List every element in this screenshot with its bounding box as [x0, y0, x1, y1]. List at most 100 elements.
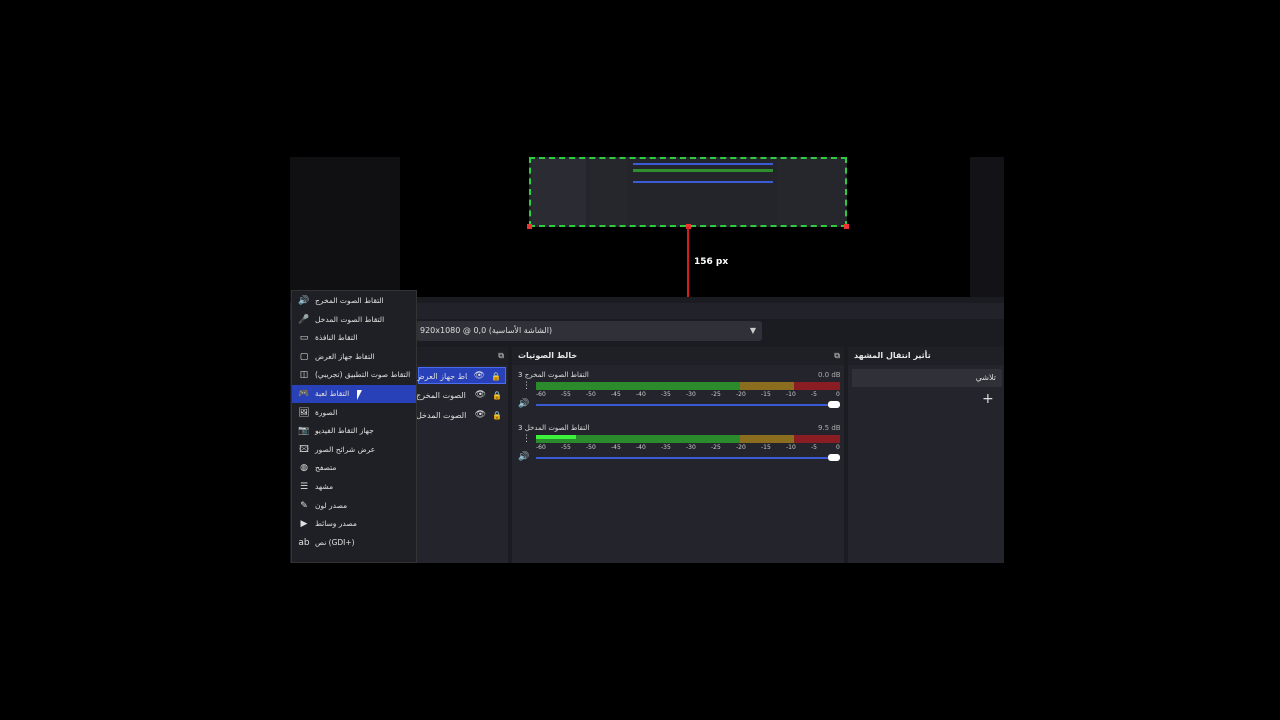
tick-label: -20	[736, 391, 746, 398]
menu-item[interactable]: 🖾 عرض شرائح الصور	[292, 441, 416, 459]
scene-transitions-panel: تأثير انتقال المشهد تلاشي +	[848, 347, 1004, 563]
resize-handle-br[interactable]	[844, 224, 849, 229]
lock-icon[interactable]: 🔒	[492, 407, 502, 424]
meter-level	[536, 435, 576, 439]
dock-undock-icon[interactable]: ⧉	[834, 347, 840, 365]
thumb-menu-column	[531, 159, 586, 225]
add-transition-button[interactable]: +	[982, 391, 994, 407]
tick-label: -35	[661, 391, 671, 398]
more-vertical-icon[interactable]: ⋮	[522, 381, 531, 391]
thumb-meter	[633, 169, 773, 172]
more-vertical-icon[interactable]: ⋮	[522, 434, 531, 444]
mixer-channel: التقاط الصوت المدخل 3 9.5 dB -60 -55 -50 -45-…	[518, 424, 841, 474]
transition-select[interactable]: تلاشي	[852, 369, 1002, 387]
thumb-slider	[633, 163, 773, 165]
tick-label: -60	[536, 391, 546, 398]
tick-label: -20	[736, 444, 746, 451]
menu-item-icon: ✎	[300, 500, 308, 511]
tick-label: -30	[686, 391, 696, 398]
menu-item-label: التقاط النافذة	[315, 333, 358, 343]
eye-icon[interactable]: 👁	[475, 407, 486, 424]
resize-handle-bl[interactable]	[527, 224, 532, 229]
volume-slider[interactable]	[536, 401, 840, 408]
menu-item[interactable]: ◍ متصفح	[292, 459, 416, 477]
menu-item-icon: 🎮	[298, 389, 310, 399]
tick-label: -5	[811, 391, 817, 398]
screen-capture-thumbnail[interactable]	[529, 157, 847, 227]
tick-label: -60	[536, 444, 546, 451]
meter-ticks: -60 -55 -50 -45 -40 -35 -30 -25 -20 -15 -10 -5 0	[536, 444, 840, 452]
thumb-sources-column	[589, 159, 627, 225]
menu-item[interactable]: ▢ التقاط جهاز العرض	[292, 348, 416, 366]
menu-item-icon: ▶	[300, 519, 308, 530]
mixer-channel: التقاط الصوت المخرج 3 0.0 dB -60 -55 -50 -45-…	[518, 371, 841, 421]
menu-item[interactable]: 🎮 التقاط لعبة	[292, 385, 416, 403]
display-select[interactable]: 920x1080 @ 0,0 (الشاشة الأساسية) ▼	[416, 321, 762, 341]
menu-item[interactable]: ▭ التقاط النافذة	[292, 329, 416, 347]
channel-name: التقاط الصوت المخرج 3	[518, 371, 589, 379]
menu-item[interactable]: ab نص (GDI+)	[292, 534, 416, 552]
mouse-cursor	[357, 390, 362, 400]
menu-item-label: مشهد	[315, 482, 334, 491]
menu-item[interactable]: 📷 جهاز التقاط الفيديو	[292, 422, 416, 440]
menu-item-label: نص (GDI+)	[315, 537, 355, 547]
sources-panel: ⧉ التقاط جهاز العرض👁🔒التقاط الصوت المخرج…	[415, 347, 508, 563]
scene-transitions-title: تأثير انتقال المشهد	[854, 351, 931, 360]
menu-item-label: التقاط صوت التطبيق (تجريبي)	[315, 370, 411, 380]
menu-item[interactable]: ▶ مصدر وسائط	[292, 515, 416, 533]
tick-label: -45	[611, 391, 621, 398]
eye-icon[interactable]: 👁	[474, 368, 485, 385]
tick-label: -15	[761, 444, 771, 451]
preview-right-area	[970, 157, 1004, 297]
meter-ticks: -60 -55 -50 -45 -40 -35 -30 -25 -20 -15 -10 -5 0	[536, 391, 840, 399]
source-item[interactable]: التقاط جهاز العرض 👁 🔒	[415, 367, 506, 385]
channel-db: 9.5 dB	[818, 424, 841, 432]
tick-label: -45	[611, 444, 621, 451]
audio-mixer-panel: خالط الصوتيات ⧉ التقاط الصوت المخرج 3 0.0…	[512, 347, 844, 563]
lock-icon[interactable]: 🔒	[491, 368, 501, 385]
thumb-transitions-column	[777, 159, 845, 225]
tick-label: -40	[636, 444, 646, 451]
tick-label: 0	[836, 391, 840, 398]
tick-label: -10	[786, 444, 796, 451]
menu-item-label: متصفح	[315, 463, 337, 473]
volume-meter	[536, 382, 840, 390]
dock-undock-icon[interactable]: ⧉	[498, 347, 504, 365]
volume-slider[interactable]	[536, 454, 840, 461]
audio-mixer-header: خالط الصوتيات ⧉	[512, 347, 844, 365]
menu-item-icon: ◍	[300, 463, 308, 474]
source-item[interactable]: التقاط الصوت المدخل 👁 🔒	[416, 407, 506, 424]
tick-label: -15	[761, 391, 771, 398]
tick-label: 0	[836, 444, 840, 451]
channel-name: التقاط الصوت المدخل 3	[518, 424, 590, 432]
menu-item-label: التقاط جهاز العرض	[315, 351, 375, 361]
menu-item-label: عرض شرائح الصور	[315, 444, 376, 454]
sources-panel-header: ⧉	[416, 347, 508, 365]
menu-item[interactable]: 🎤 التقاط الصوت المدخل	[292, 311, 416, 329]
tick-label: -10	[786, 391, 796, 398]
menu-item[interactable]: ✎ مصدر لون	[292, 497, 416, 515]
menu-item-icon: ▭	[299, 333, 309, 344]
menu-item-label: جهاز التقاط الفيديو	[315, 426, 374, 436]
menu-item[interactable]: ☰ مشهد	[292, 478, 416, 496]
preview-left-area	[290, 157, 400, 302]
menu-item[interactable]: 🖼 الصورة	[292, 404, 416, 422]
menu-item-icon: ☰	[299, 482, 309, 492]
menu-item-icon: ab	[298, 537, 310, 548]
speaker-icon[interactable]: 🔊	[518, 399, 529, 409]
menu-item-label: الصورة	[315, 407, 338, 417]
tick-label: -40	[636, 391, 646, 398]
source-item-label: التقاط الصوت المدخل	[416, 411, 468, 420]
tick-label: -5	[811, 444, 817, 451]
source-item[interactable]: التقاط الصوت المخرج 👁 🔒	[416, 387, 506, 404]
add-source-menu: 🔊 التقاط الصوت المخرج 🎤 التقاط الصوت المدخل…	[291, 290, 417, 563]
volume-slider-handle[interactable]	[828, 454, 840, 461]
menu-item-label: التقاط الصوت المخرج	[315, 296, 384, 305]
speaker-icon[interactable]: 🔊	[518, 452, 529, 462]
menu-item[interactable]: 🔊 التقاط الصوت المخرج	[292, 292, 416, 310]
eye-icon[interactable]: 👁	[475, 387, 486, 404]
lock-icon[interactable]: 🔒	[492, 387, 502, 404]
menu-item[interactable]: ◫ التقاط صوت التطبيق (تجريبي)	[292, 366, 416, 384]
volume-slider-handle[interactable]	[828, 401, 840, 408]
source-item-label: التقاط الصوت المخرج	[416, 391, 468, 400]
